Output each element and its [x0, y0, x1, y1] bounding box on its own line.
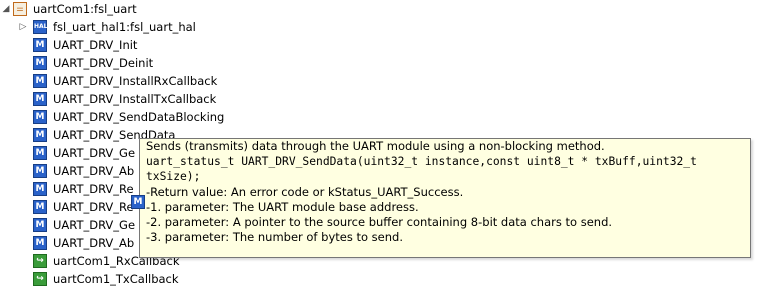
tooltip-content: Sends (transmits) data through the UART … [146, 139, 744, 245]
tree-node-method[interactable]: M UART_DRV_Deinit [0, 54, 200, 72]
tree-node-method[interactable]: M UART_DRV_Ab [0, 162, 140, 180]
tree-node-label: UART_DRV_Init [53, 38, 138, 52]
tooltip-parameter: -1. parameter: The UART module base addr… [146, 199, 419, 214]
component-icon: ⚌ [13, 2, 27, 16]
callback-event-icon: ↪ [33, 254, 47, 268]
tooltip-signature-line: txSize); [146, 170, 201, 184]
tree-node-hal[interactable]: ▷ HAL fsl_uart_hal1:fsl_uart_hal [0, 18, 220, 36]
tree-node-label: UART_DRV_Ab [53, 164, 135, 178]
method-icon: M [33, 74, 47, 88]
tree-node-label: UART_DRV_InstallRxCallback [53, 74, 218, 88]
tooltip-signature-line: uart_status_t UART_DRV_SendData(uint32_t… [146, 155, 697, 169]
tree-node-label: UART_DRV_Ge [53, 146, 136, 160]
tooltip-parameter: -2. parameter: A pointer to the source b… [146, 215, 613, 230]
tree-node-method[interactable]: M UART_DRV_Ge [0, 144, 140, 162]
method-icon: M [131, 195, 145, 209]
method-icon: M [33, 110, 47, 124]
tree-node-label: uartCom1:fsl_uart [33, 2, 137, 16]
tree-node-method[interactable]: M UART_DRV_Init [0, 36, 200, 54]
tree-node-label: UART_DRV_InstallTxCallback [53, 92, 217, 106]
tooltip-parameter: -3. parameter: The number of bytes to se… [146, 230, 403, 245]
method-icon: M [33, 182, 47, 196]
method-icon: M [33, 38, 47, 52]
tree-node-label: UART_DRV_Re [53, 200, 134, 214]
method-icon: M [33, 218, 47, 232]
method-icon: M [33, 92, 47, 106]
tree-node-method[interactable]: M UART_DRV_Ab [0, 234, 140, 252]
callback-event-icon: ↪ [33, 272, 47, 286]
method-icon: M [33, 236, 47, 250]
hal-icon: HAL [33, 20, 48, 34]
tree-node-method[interactable]: M UART_DRV_InstallTxCallback [0, 90, 216, 108]
method-icon: M [33, 128, 47, 142]
collapse-arrow-icon[interactable]: ◢ [1, 4, 11, 14]
tree-node-method[interactable]: M UART_DRV_Re [0, 180, 140, 198]
method-icon: M [33, 200, 47, 214]
tree-node-root[interactable]: ◢ ⚌ uartCom1:fsl_uart [0, 0, 200, 18]
method-icon: M [33, 56, 47, 70]
tree-node-label: UART_DRV_Re [53, 182, 134, 196]
tree-node-label: UART_DRV_Ab [53, 236, 135, 250]
tree-node-method[interactable]: M UART_DRV_InstallRxCallback [0, 72, 217, 90]
tree-node-label: UART_DRV_Ge [53, 218, 136, 232]
method-icon: M [33, 164, 47, 178]
method-tooltip: M Sends (transmits) data through the UAR… [131, 138, 751, 258]
tree-node-method[interactable]: M UART_DRV_SendDataBlocking [0, 108, 224, 126]
tree-node-label: fsl_uart_hal1:fsl_uart_hal [53, 20, 196, 34]
tooltip-return-value: -Return value: An error code or kStatus_… [146, 184, 464, 199]
method-icon: M [33, 146, 47, 160]
tree-node-label: UART_DRV_SendDataBlocking [53, 110, 225, 124]
tree-node-method[interactable]: M UART_DRV_Ge [0, 216, 140, 234]
tooltip-description: Sends (transmits) data through the UART … [146, 139, 605, 153]
tree-node-label: uartCom1_TxCallback [53, 272, 179, 286]
expand-arrow-icon[interactable]: ▷ [18, 22, 28, 32]
tree-node-method[interactable]: M UART_DRV_Re [0, 198, 140, 216]
tree-node-label: UART_DRV_Deinit [53, 56, 154, 70]
tree-node-callback[interactable]: ↪ uartCom1_TxCallback [0, 270, 200, 288]
